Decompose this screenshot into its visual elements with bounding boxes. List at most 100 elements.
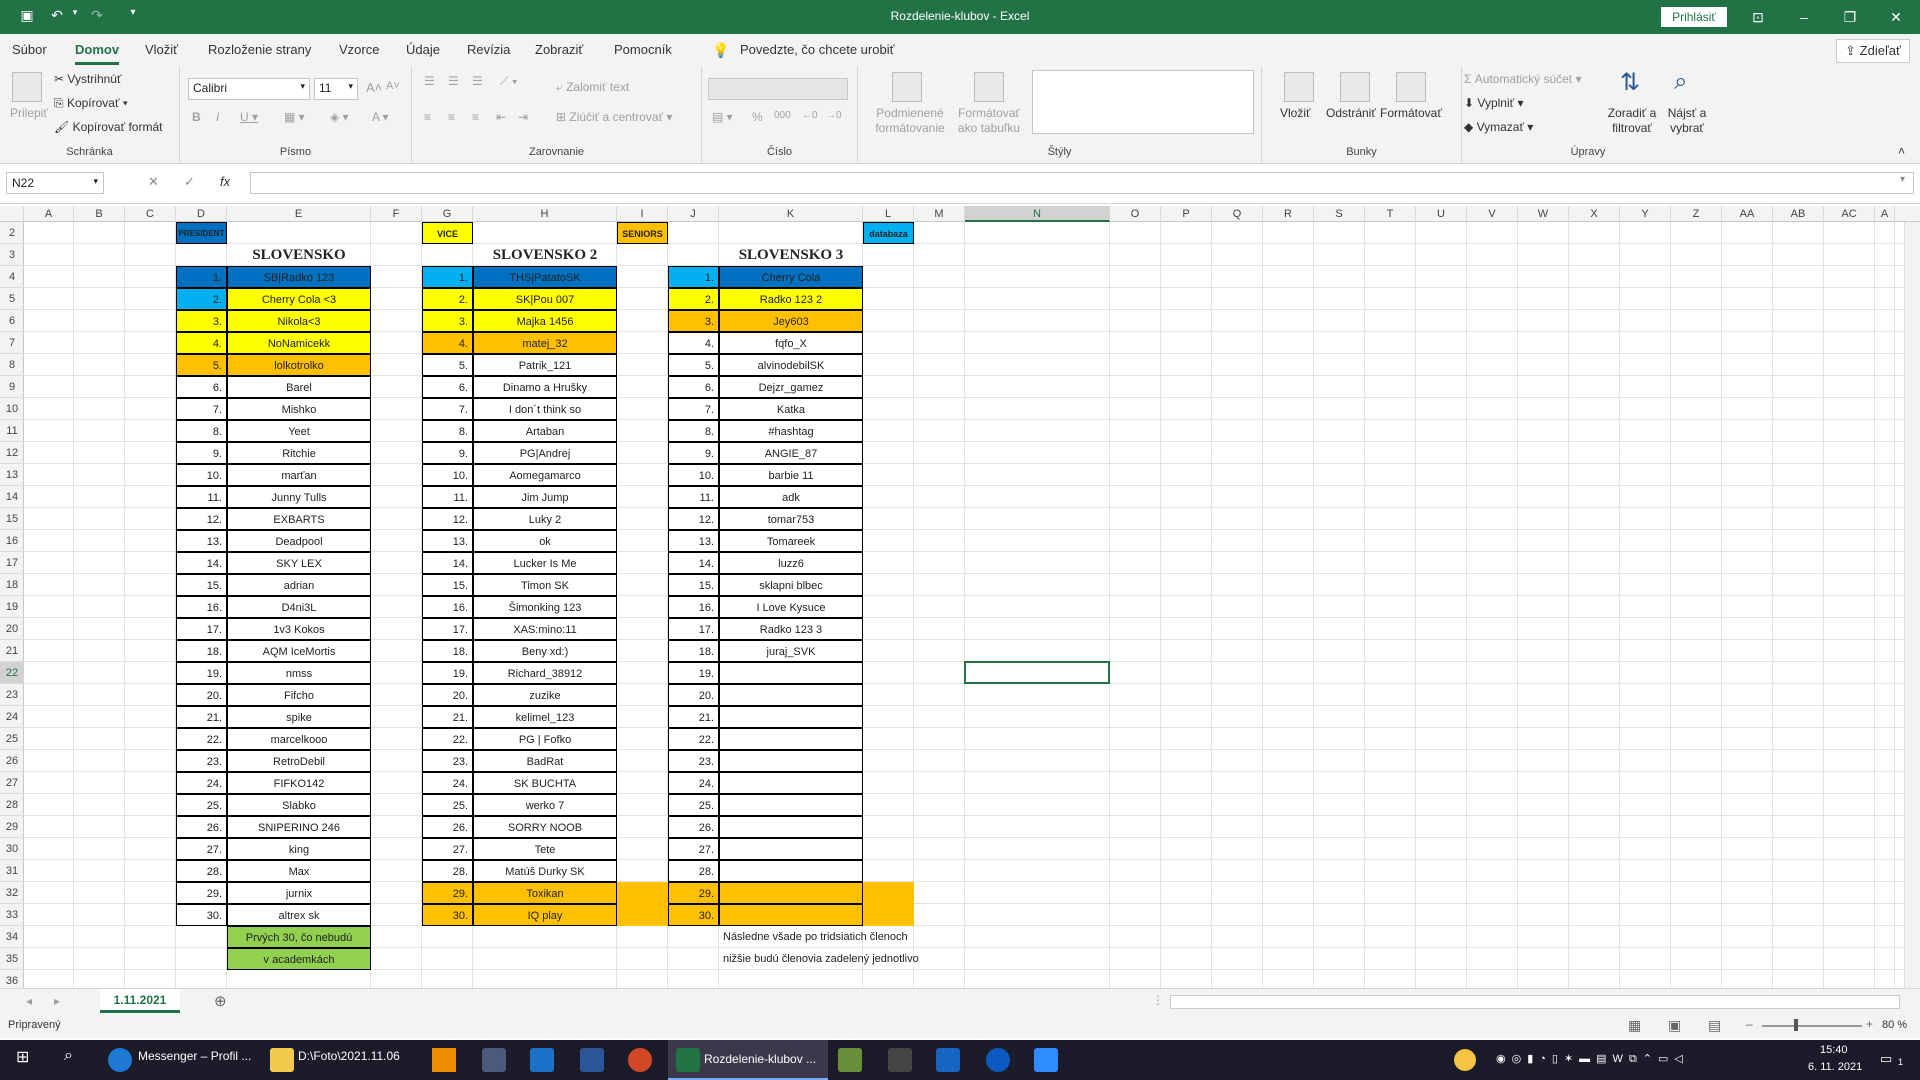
club1-rank[interactable]: 7. bbox=[176, 398, 227, 420]
align-bottom-icon[interactable]: ☰ bbox=[472, 74, 483, 88]
club3-rank[interactable]: 23. bbox=[668, 750, 719, 772]
italic-button[interactable]: I bbox=[216, 110, 219, 124]
format-cells-icon[interactable] bbox=[1396, 72, 1426, 102]
club1-rank[interactable]: 30. bbox=[176, 904, 227, 926]
club3-member[interactable]: sklapni blbec bbox=[719, 574, 863, 596]
club2-rank[interactable]: 20. bbox=[422, 684, 473, 706]
row-header-32[interactable]: 32 bbox=[0, 882, 24, 904]
column-header-b[interactable]: B bbox=[74, 206, 125, 222]
format-as-table-icon[interactable] bbox=[974, 72, 1004, 102]
club3-rank[interactable]: 24. bbox=[668, 772, 719, 794]
normal-view-icon[interactable]: ▦ bbox=[1628, 1017, 1641, 1034]
club3-member[interactable]: adk bbox=[719, 486, 863, 508]
club2-member[interactable]: THS|PatatoSK bbox=[473, 266, 617, 288]
row-header-33[interactable]: 33 bbox=[0, 904, 24, 926]
club2-rank[interactable]: 1. bbox=[422, 266, 473, 288]
column-header-r[interactable]: R bbox=[1263, 206, 1314, 222]
club3-member[interactable]: Cherry Cola bbox=[719, 266, 863, 288]
club3-member[interactable]: fqfo_X bbox=[719, 332, 863, 354]
column-header-g[interactable]: G bbox=[422, 206, 473, 222]
club1-rank[interactable]: 17. bbox=[176, 618, 227, 640]
column-header-e[interactable]: E bbox=[227, 206, 371, 222]
column-header-a[interactable]: A bbox=[1875, 206, 1895, 222]
club1-member[interactable]: Yeet bbox=[227, 420, 371, 442]
club2-rank[interactable]: 2. bbox=[422, 288, 473, 310]
club1-rank[interactable]: 22. bbox=[176, 728, 227, 750]
club2-member[interactable]: Toxikan bbox=[473, 882, 617, 904]
club3-member[interactable]: juraj_SVK bbox=[719, 640, 863, 662]
club1-rank[interactable]: 23. bbox=[176, 750, 227, 772]
club3-rank[interactable]: 1. bbox=[668, 266, 719, 288]
column-header-f[interactable]: F bbox=[371, 206, 422, 222]
club2-rank[interactable]: 22. bbox=[422, 728, 473, 750]
club3-member[interactable]: luzz6 bbox=[719, 552, 863, 574]
row-header-28[interactable]: 28 bbox=[0, 794, 24, 816]
club2-rank[interactable]: 19. bbox=[422, 662, 473, 684]
seniors-fill-cell[interactable] bbox=[863, 882, 914, 904]
wrap-text-button[interactable]: ⤶ Zalomiť text bbox=[556, 80, 629, 95]
club1-rank[interactable]: 6. bbox=[176, 376, 227, 398]
find-select-button[interactable]: Nájsť a vybrať bbox=[1662, 106, 1712, 136]
column-header-k[interactable]: K bbox=[719, 206, 863, 222]
decrease-decimal-icon[interactable]: →0 bbox=[826, 110, 842, 121]
expand-formula-icon[interactable]: ▾ bbox=[1900, 174, 1905, 185]
club1-rank[interactable]: 12. bbox=[176, 508, 227, 530]
insert-function-icon[interactable]: fx bbox=[220, 174, 230, 189]
taskbar-folder[interactable]: D:\Foto\2021.11.06 bbox=[298, 1049, 400, 1063]
club3-member[interactable]: Katka bbox=[719, 398, 863, 420]
sort-filter-button[interactable]: Zoradiť a filtrovať bbox=[1602, 106, 1662, 136]
club3-member[interactable]: Dejzr_gamez bbox=[719, 376, 863, 398]
club3-rank[interactable]: 6. bbox=[668, 376, 719, 398]
percent-icon[interactable]: % bbox=[752, 110, 763, 124]
club1-member[interactable]: lolkotrolko bbox=[227, 354, 371, 376]
sort-filter-icon[interactable]: ⇅ bbox=[1620, 68, 1640, 97]
tell-me-search[interactable]: Povedzte, čo chcete urobiť bbox=[740, 42, 894, 57]
club3-rank[interactable]: 12. bbox=[668, 508, 719, 530]
align-right-icon[interactable]: ≡ bbox=[472, 110, 479, 124]
club3-member[interactable]: ANGIE_87 bbox=[719, 442, 863, 464]
club3-member[interactable] bbox=[719, 772, 863, 794]
formula-input[interactable] bbox=[250, 172, 1914, 194]
next-sheet-icon[interactable]: ▸ bbox=[54, 994, 60, 1008]
row-header-8[interactable]: 8 bbox=[0, 354, 24, 376]
tab-insert[interactable]: Vložiť bbox=[145, 42, 178, 57]
club3-member[interactable] bbox=[719, 684, 863, 706]
note-academies[interactable]: v academkách bbox=[227, 948, 371, 970]
zoom-app-icon[interactable] bbox=[1034, 1048, 1058, 1072]
club1-rank[interactable]: 10. bbox=[176, 464, 227, 486]
ribbon-display-icon[interactable]: ⊡ bbox=[1744, 6, 1772, 28]
vice-label[interactable]: VICE bbox=[422, 222, 473, 244]
club1-rank[interactable]: 14. bbox=[176, 552, 227, 574]
start-windows-icon[interactable]: ⊞ bbox=[16, 1047, 29, 1067]
row-header-2[interactable]: 2 bbox=[0, 222, 24, 244]
club3-member[interactable] bbox=[719, 904, 863, 926]
club1-rank[interactable]: 4. bbox=[176, 332, 227, 354]
powerpoint-icon[interactable] bbox=[628, 1048, 652, 1072]
club3-member[interactable]: #hashtag bbox=[719, 420, 863, 442]
word-icon[interactable] bbox=[580, 1048, 604, 1072]
column-header-aa[interactable]: AA bbox=[1722, 206, 1773, 222]
club2-rank[interactable]: 30. bbox=[422, 904, 473, 926]
browser-icon[interactable] bbox=[986, 1048, 1010, 1072]
club2-member[interactable]: XAS:mino:11 bbox=[473, 618, 617, 640]
column-header-u[interactable]: U bbox=[1416, 206, 1467, 222]
enter-icon[interactable]: ✓ bbox=[184, 174, 195, 190]
mail-icon[interactable] bbox=[530, 1048, 554, 1072]
delete-cells-button[interactable]: Odstrániť bbox=[1326, 106, 1376, 120]
club3-rank[interactable]: 17. bbox=[668, 618, 719, 640]
row-header-31[interactable]: 31 bbox=[0, 860, 24, 882]
club2-rank[interactable]: 4. bbox=[422, 332, 473, 354]
row-header-34[interactable]: 34 bbox=[0, 926, 24, 948]
club1-rank[interactable]: 29. bbox=[176, 882, 227, 904]
column-header-i[interactable]: I bbox=[617, 206, 668, 222]
fill-color-icon[interactable]: ◈ ▾ bbox=[330, 110, 349, 124]
president-label[interactable]: PRESIDENT bbox=[176, 222, 227, 244]
club1-rank[interactable]: 11. bbox=[176, 486, 227, 508]
club2-member[interactable]: kelimel_123 bbox=[473, 706, 617, 728]
club2-rank[interactable]: 28. bbox=[422, 860, 473, 882]
club1-rank[interactable]: 15. bbox=[176, 574, 227, 596]
club2-rank[interactable]: 6. bbox=[422, 376, 473, 398]
number-format-select[interactable] bbox=[708, 78, 848, 100]
club3-rank[interactable]: 22. bbox=[668, 728, 719, 750]
club2-rank[interactable]: 10. bbox=[422, 464, 473, 486]
